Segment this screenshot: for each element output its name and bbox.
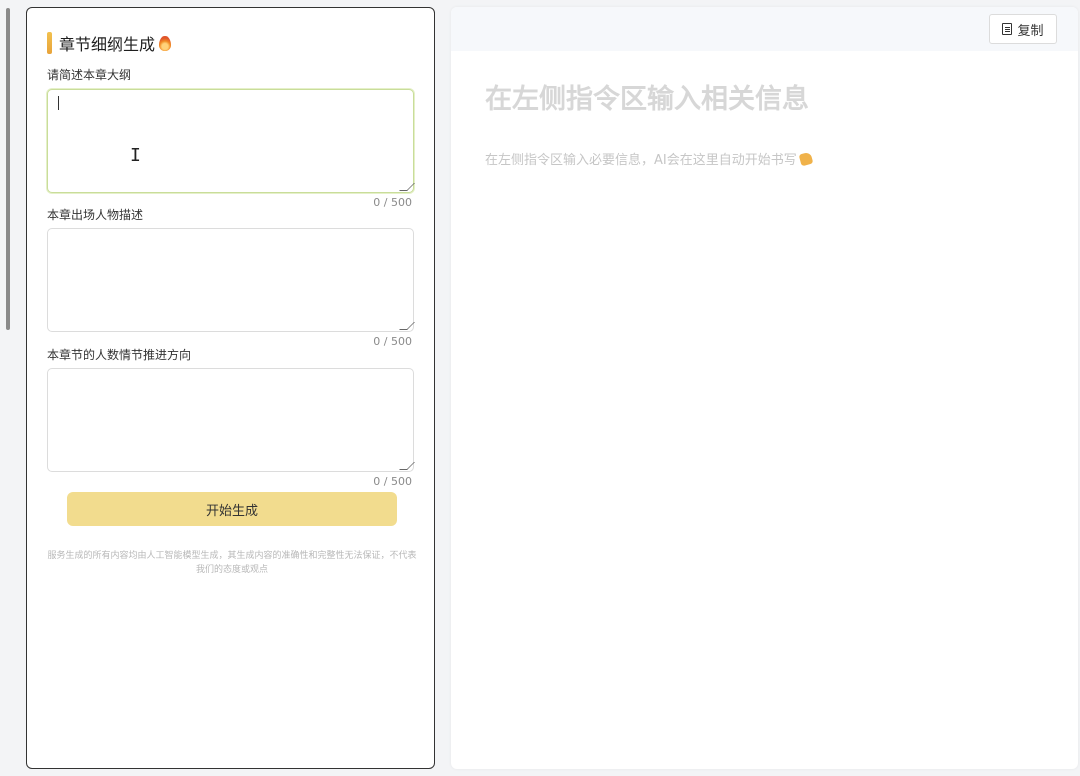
characters-label: 本章出场人物描述 — [47, 208, 144, 222]
placeholder-hint: 在左侧指令区输入必要信息，AI会在这里自动开始书写 — [485, 149, 814, 168]
ibeam-cursor-icon: I — [130, 145, 141, 166]
copy-button[interactable]: 复制 — [989, 14, 1057, 44]
panel-title: 章节细纲生成 — [59, 35, 156, 54]
output-panel: 复制 在左侧指令区输入相关信息 在左侧指令区输入必要信息，AI会在这里自动开始书… — [451, 7, 1078, 769]
instruction-panel: 章节细纲生成 请简述本章大纲 I 0 / 500 本章出场人物描述 0 / 50… — [26, 7, 435, 769]
writing-hand-icon — [798, 151, 814, 167]
fire-icon — [159, 35, 172, 51]
outline-counter: 0 / 500 — [373, 196, 412, 209]
page-scrollbar[interactable] — [6, 8, 10, 330]
outline-input[interactable] — [47, 89, 414, 193]
copy-label: 复制 — [1017, 23, 1044, 39]
document-icon — [1002, 23, 1013, 35]
placeholder-title: 在左侧指令区输入相关信息 — [485, 84, 809, 115]
text-caret — [58, 96, 59, 110]
disclaimer-text: 服务生成的所有内容均由人工智能模型生成，其生成内容的准确性和完整性无法保证，不代… — [47, 551, 417, 575]
placeholder-hint-text: 在左侧指令区输入必要信息，AI会在这里自动开始书写 — [485, 153, 797, 168]
plot-direction-counter: 0 / 500 — [373, 475, 412, 488]
panel-title-row: 章节细纲生成 — [47, 32, 172, 54]
outline-label: 请简述本章大纲 — [47, 68, 132, 82]
plot-direction-input[interactable] — [47, 368, 414, 472]
plot-direction-label: 本章节的人数情节推进方向 — [47, 348, 192, 362]
title-accent-bar — [47, 32, 52, 54]
output-toolbar: 复制 — [451, 7, 1078, 51]
start-generate-button[interactable]: 开始生成 — [67, 492, 397, 526]
characters-counter: 0 / 500 — [373, 335, 412, 348]
characters-input[interactable] — [47, 228, 414, 332]
